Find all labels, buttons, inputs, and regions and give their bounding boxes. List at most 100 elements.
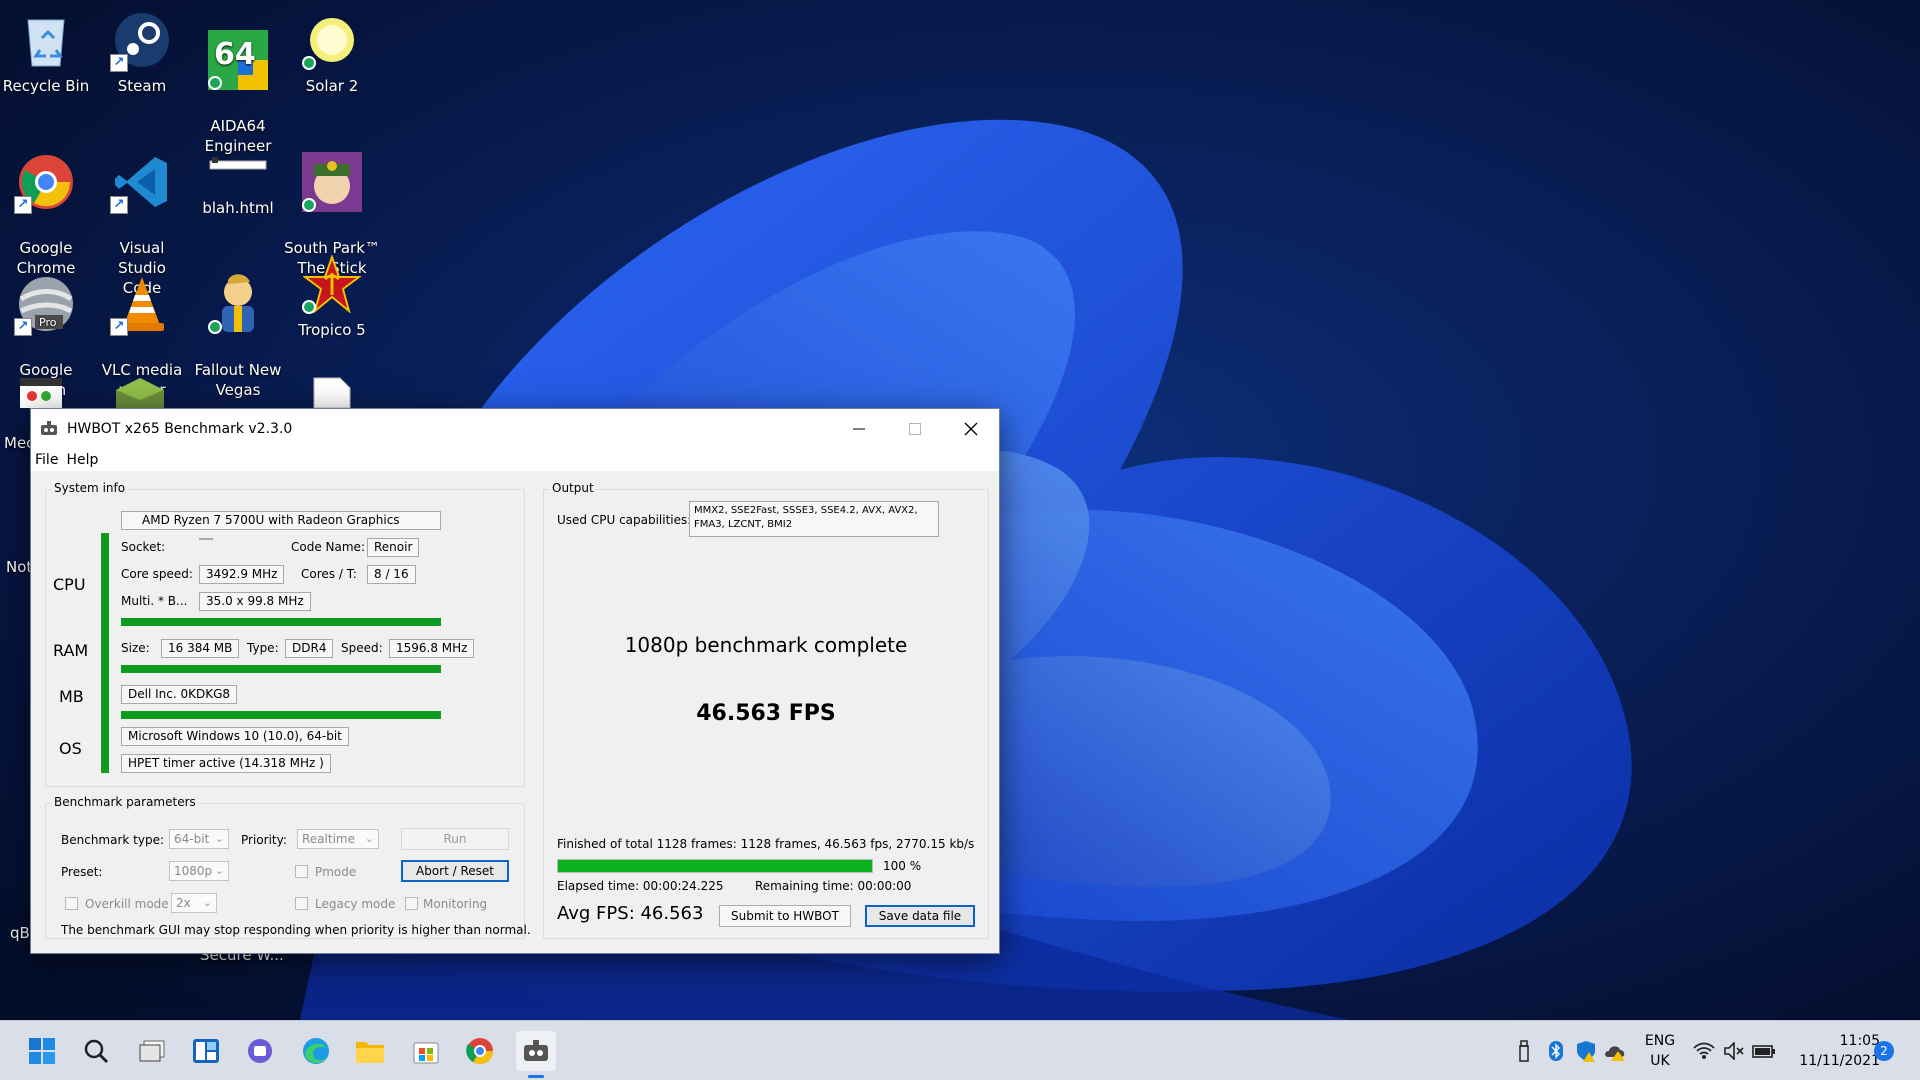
avg-fps: Avg FPS: 46.563 bbox=[557, 903, 704, 924]
hwbot-taskbar-button[interactable] bbox=[516, 1031, 556, 1071]
shield-warning-icon bbox=[1577, 1041, 1595, 1062]
maximize-button[interactable] bbox=[887, 409, 943, 449]
overkill-mode-label: Overkill mode bbox=[85, 897, 169, 911]
start-button[interactable] bbox=[22, 1031, 62, 1071]
edge-button[interactable] bbox=[296, 1031, 336, 1071]
remaining-time: Remaining time: 00:00:00 bbox=[755, 879, 912, 893]
shortcut-arrow-icon: ↗ bbox=[110, 196, 128, 214]
ram-size-label: Size: bbox=[121, 641, 150, 655]
core-speed-field: 3492.9 MHz bbox=[199, 565, 285, 584]
cpu-capabilities-field: MMX2, SSE2Fast, SSSE3, SSE4.2, AVX, AVX2… bbox=[689, 501, 939, 537]
clock[interactable]: 11:05 11/11/2021 bbox=[1786, 1031, 1880, 1071]
widgets-button[interactable] bbox=[186, 1031, 226, 1071]
os-label: OS bbox=[59, 739, 82, 758]
search-icon bbox=[84, 1039, 109, 1064]
preset-label: Preset: bbox=[61, 865, 103, 879]
cpu-capabilities-label: Used CPU capabilities: bbox=[557, 513, 692, 527]
minimize-button[interactable] bbox=[831, 409, 887, 449]
tray-wifi-icon[interactable] bbox=[1692, 1039, 1716, 1063]
clock-date: 11/11/2021 bbox=[1799, 1053, 1880, 1069]
ram-type-field: DDR4 bbox=[285, 639, 334, 658]
tray-bluetooth-icon[interactable] bbox=[1544, 1039, 1568, 1063]
teams-chat-button[interactable] bbox=[240, 1031, 280, 1071]
microsoft-store-button[interactable] bbox=[406, 1031, 446, 1071]
windows-start-icon bbox=[29, 1038, 55, 1064]
monitoring-checkbox[interactable] bbox=[405, 897, 418, 910]
chrome-taskbar-button[interactable] bbox=[460, 1031, 500, 1071]
ram-bar bbox=[121, 665, 441, 673]
desktop-icon-steam[interactable]: ↗ Steam bbox=[94, 8, 190, 96]
usb-drive-icon bbox=[1519, 1040, 1529, 1062]
pmode-checkbox[interactable] bbox=[295, 865, 308, 878]
tray-onedrive-icon[interactable] bbox=[1604, 1039, 1628, 1063]
title-bar[interactable]: HWBOT x265 Benchmark v2.3.0 bbox=[31, 409, 999, 449]
taskbar: ENG UK 11:05 11/11/2021 2 bbox=[0, 1020, 1920, 1080]
hwbot-app-icon bbox=[524, 1040, 548, 1061]
taskbar-search-button[interactable] bbox=[76, 1031, 116, 1071]
desktop-icon-minecraft[interactable] bbox=[112, 374, 168, 408]
cpu-label: CPU bbox=[53, 575, 86, 594]
sync-check-icon bbox=[302, 300, 316, 314]
task-view-button[interactable] bbox=[132, 1031, 172, 1071]
mb-label: MB bbox=[59, 687, 84, 706]
legacy-mode-label: Legacy mode bbox=[315, 897, 396, 911]
priority-warning: The benchmark GUI may stop responding wh… bbox=[61, 923, 531, 937]
clock-time: 11:05 bbox=[1839, 1033, 1880, 1049]
core-speed-label: Core speed: bbox=[121, 567, 193, 581]
benchmark-type-select[interactable]: 64-bit ⌄ bbox=[169, 829, 229, 849]
save-data-file-button[interactable]: Save data file bbox=[865, 905, 975, 927]
overkill-mode-checkbox[interactable] bbox=[65, 897, 78, 910]
file-icon bbox=[313, 377, 351, 409]
maximize-icon bbox=[909, 423, 921, 435]
sync-check-icon bbox=[302, 56, 316, 70]
recycle-bin-icon bbox=[27, 19, 65, 67]
submit-to-hwbot-button[interactable]: Submit to HWBOT bbox=[719, 905, 851, 927]
shortcut-arrow-icon: ↗ bbox=[14, 318, 32, 336]
ram-speed-label: Speed: bbox=[341, 641, 383, 655]
cloud-warning-icon bbox=[1605, 1046, 1625, 1061]
desktop-icon-media[interactable] bbox=[16, 374, 66, 408]
menu-bar: File Help bbox=[31, 449, 999, 471]
legacy-mode-checkbox[interactable] bbox=[295, 897, 308, 910]
chevron-down-icon: ⌄ bbox=[214, 864, 224, 877]
desktop-icon-fallout[interactable]: Fallout New Vegas bbox=[190, 252, 286, 420]
tray-volume-icon[interactable] bbox=[1722, 1039, 1746, 1063]
desktop-icon-label: Steam bbox=[117, 77, 167, 95]
tray-security-icon[interactable] bbox=[1574, 1039, 1598, 1063]
file-explorer-button[interactable] bbox=[350, 1031, 390, 1071]
timer-field: HPET timer active (14.318 MHz ) bbox=[121, 754, 331, 773]
priority-select[interactable]: Realtime ⌄ bbox=[297, 829, 379, 849]
elapsed-time: Elapsed time: 00:00:24.225 bbox=[557, 879, 724, 893]
minecraft-icon bbox=[116, 378, 164, 408]
run-button[interactable]: Run bbox=[401, 828, 509, 850]
overkill-multiplier-select[interactable]: 2x ⌄ bbox=[171, 893, 217, 913]
close-button[interactable] bbox=[943, 409, 999, 449]
desktop-icon-blah-html[interactable]: blah.html bbox=[190, 130, 286, 218]
tray-usb-icon[interactable] bbox=[1512, 1039, 1536, 1063]
desktop-icon-file[interactable] bbox=[312, 376, 352, 409]
benchmark-fps-result: 46.563 FPS bbox=[696, 701, 836, 726]
desktop-icon-solar2[interactable]: Solar 2 bbox=[284, 8, 380, 96]
abort-reset-button[interactable]: Abort / Reset bbox=[401, 860, 509, 882]
desktop-partial-label: Not bbox=[6, 558, 33, 576]
volume-muted-icon bbox=[1724, 1042, 1744, 1060]
shortcut-arrow-icon: ↗ bbox=[110, 54, 128, 72]
tray-battery-icon[interactable] bbox=[1752, 1039, 1776, 1063]
desktop-icon-tropico5[interactable]: Tropico 5 bbox=[284, 252, 380, 340]
chrome-icon bbox=[466, 1038, 494, 1065]
ram-speed-field: 1596.8 MHz bbox=[389, 639, 475, 658]
multi-field: 35.0 x 99.8 MHz bbox=[199, 592, 311, 611]
priority-label: Priority: bbox=[241, 833, 287, 847]
menu-help[interactable]: Help bbox=[62, 452, 102, 468]
benchmark-parameters-title: Benchmark parameters bbox=[52, 795, 198, 809]
desktop-icon-label: Tropico 5 bbox=[298, 321, 366, 339]
notification-badge[interactable]: 2 bbox=[1874, 1041, 1894, 1061]
input-language-indicator[interactable]: ENG UK bbox=[1640, 1031, 1680, 1071]
shortcut-arrow-icon: ↗ bbox=[110, 318, 128, 336]
code-name-label: Code Name: bbox=[291, 540, 365, 554]
battery-charging-icon bbox=[1752, 1045, 1775, 1058]
preset-select[interactable]: 1080p ⌄ bbox=[169, 861, 229, 881]
hwbot-benchmark-window: HWBOT x265 Benchmark v2.3.0 File Help Sy… bbox=[30, 408, 1000, 954]
menu-file[interactable]: File bbox=[31, 452, 62, 468]
desktop-icon-recycle-bin[interactable]: Recycle Bin bbox=[0, 8, 94, 96]
